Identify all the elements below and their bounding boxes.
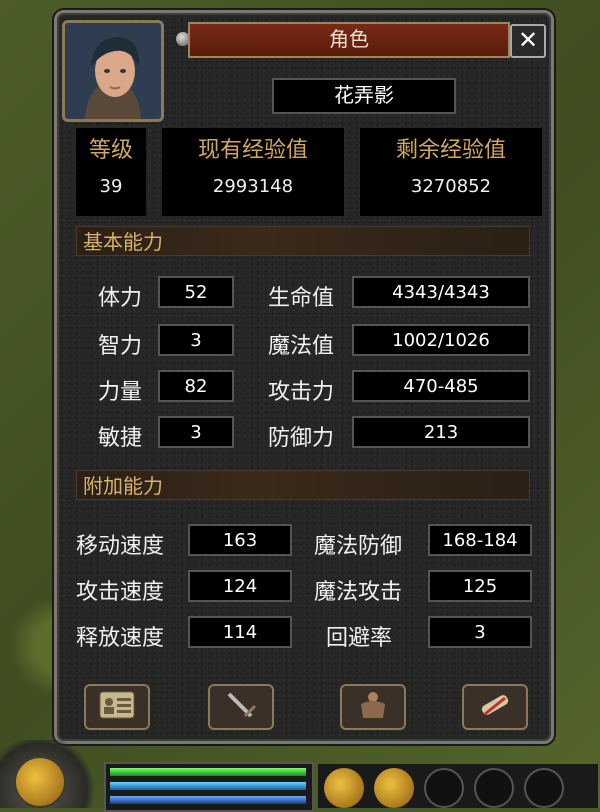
skill-slot-1[interactable]: [324, 768, 364, 808]
stat-value-mp: 1002/1026: [352, 324, 530, 356]
mana-bar: [110, 782, 306, 790]
sword-icon: [223, 690, 259, 724]
remain-exp-label: 剩余经验值: [395, 138, 506, 163]
dragon-emblem-icon[interactable]: [14, 756, 66, 808]
level-box: 等级 39: [76, 128, 146, 216]
stat-label-agility: 敏捷: [98, 426, 143, 451]
remain-exp-value: 3270852: [410, 176, 492, 197]
stat-value-evasion: 3: [428, 616, 532, 648]
stat-label-magic-attack: 魔法攻击: [314, 580, 403, 605]
stat-label-attack-speed: 攻击速度: [76, 580, 165, 605]
stat-label-stamina: 体力: [98, 286, 143, 311]
stat-value-move-speed: 163: [188, 524, 292, 556]
stat-label-defense: 防御力: [268, 426, 335, 451]
stat-value-agility: 3: [158, 416, 234, 448]
extra-section-header: 附加能力: [76, 470, 530, 500]
character-name: 花弄影: [272, 78, 456, 114]
stat-value-hp: 4343/4343: [352, 276, 530, 308]
stat-label-evasion: 回避率: [326, 626, 393, 651]
window-title: 角色: [188, 22, 510, 58]
stat-value-attack: 470-485: [352, 370, 530, 402]
skill-slot-3[interactable]: [424, 768, 464, 808]
skill-slot-5[interactable]: [524, 768, 564, 808]
scroll-icon: [477, 690, 513, 724]
stat-value-cast-speed: 114: [188, 616, 292, 648]
stat-value-intellect: 3: [158, 324, 234, 356]
stat-value-stamina: 52: [158, 276, 234, 308]
skill-slot-2[interactable]: [374, 768, 414, 808]
close-button[interactable]: ✕: [510, 24, 546, 58]
stat-value-strength: 82: [158, 370, 234, 402]
stat-label-strength: 力量: [98, 380, 143, 405]
stat-label-magic-defense: 魔法防御: [314, 534, 403, 559]
tab-skills[interactable]: [462, 684, 528, 730]
remain-exp-box: 剩余经验值 3270852: [360, 128, 542, 216]
basic-section-header: 基本能力: [76, 226, 530, 256]
exp-box: 现有经验值 2993148: [162, 128, 344, 216]
stat-label-hp: 生命值: [268, 286, 335, 311]
level-value: 39: [99, 176, 123, 197]
tab-character[interactable]: [84, 684, 150, 730]
exp-bar: [110, 796, 306, 804]
stat-value-magic-defense: 168-184: [428, 524, 532, 556]
character-card-icon: [99, 691, 135, 723]
level-label: 等级: [88, 138, 133, 163]
skill-slot-4[interactable]: [474, 768, 514, 808]
stat-value-magic-attack: 125: [428, 570, 532, 602]
exp-value: 2993148: [212, 176, 294, 197]
stat-label-cast-speed: 释放速度: [76, 626, 165, 651]
stat-value-defense: 213: [352, 416, 530, 448]
tab-armor[interactable]: [340, 684, 406, 730]
tab-weapon[interactable]: [208, 684, 274, 730]
exp-label: 现有经验值: [197, 138, 308, 163]
stat-label-move-speed: 移动速度: [76, 534, 165, 559]
health-bar: [110, 768, 306, 776]
bottom-hud: [0, 740, 600, 812]
armor-icon: [355, 690, 391, 724]
character-portrait: [62, 20, 164, 122]
stat-label-mp: 魔法值: [268, 334, 335, 359]
stat-label-intellect: 智力: [98, 334, 143, 359]
stat-label-attack: 攻击力: [268, 380, 335, 405]
stat-value-attack-speed: 124: [188, 570, 292, 602]
